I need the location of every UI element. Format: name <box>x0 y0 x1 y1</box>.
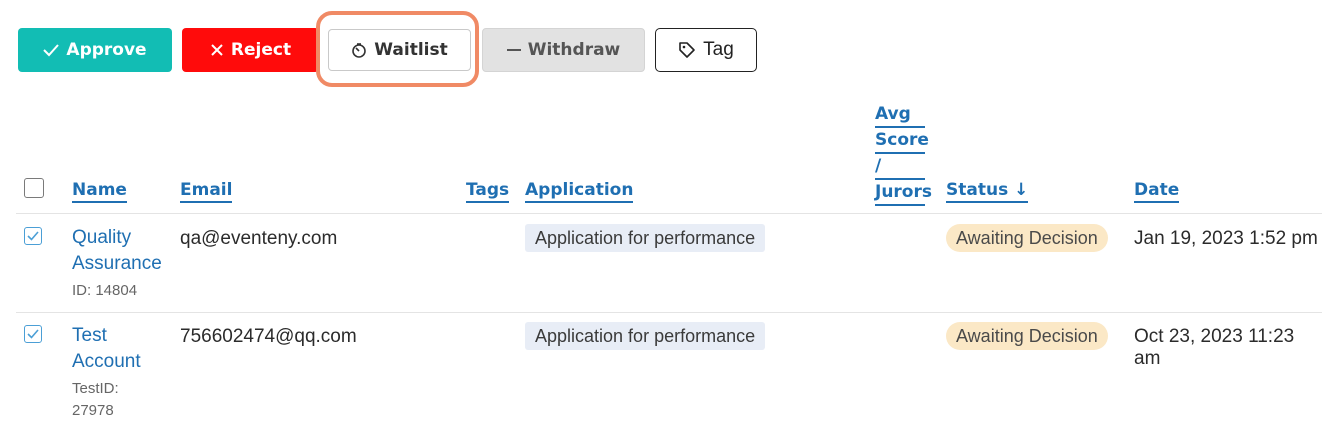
row-divider <box>16 312 1322 313</box>
check-icon <box>43 44 60 57</box>
withdraw-label: Withdraw <box>527 40 621 60</box>
application-badge: Application for performance <box>525 322 766 350</box>
column-header-application[interactable]: Application <box>525 178 634 203</box>
status-badge: Awaiting Decision <box>946 224 1108 252</box>
reject-label: Reject <box>230 40 292 60</box>
applicant-id: ID: 14804 <box>72 282 138 299</box>
applicant-name-link[interactable]: Quality Assurance <box>72 225 162 277</box>
applicant-email: 756602474@qq.com <box>180 326 357 347</box>
row-checkbox[interactable] <box>24 227 42 245</box>
application-badge: Application for performance <box>525 224 766 252</box>
status-badge: Awaiting Decision <box>946 322 1108 350</box>
waitlist-button[interactable]: Waitlist <box>328 29 471 71</box>
sort-arrow-icon: ↓ <box>1014 180 1029 200</box>
minus-icon <box>506 49 521 51</box>
row-checkbox[interactable] <box>24 325 42 343</box>
tag-icon <box>679 42 695 58</box>
column-header-status[interactable]: Status ↓ <box>946 178 1029 203</box>
applicant-email: qa@eventeny.com <box>180 228 338 249</box>
reject-button[interactable]: Reject <box>182 28 319 72</box>
column-header-email[interactable]: Email <box>180 178 233 203</box>
column-header-date[interactable]: Date <box>1134 178 1180 203</box>
column-header-name[interactable]: Name <box>72 178 127 203</box>
approve-label: Approve <box>66 40 147 60</box>
close-icon <box>211 44 223 56</box>
header-divider <box>16 213 1322 214</box>
column-header-tags[interactable]: Tags <box>466 178 510 203</box>
submission-date: Jan 19, 2023 1:52 pm <box>1134 228 1318 249</box>
column-header-avg-score-jurors[interactable]: Avg Score / Jurors <box>875 103 932 207</box>
waitlist-label: Waitlist <box>374 40 448 60</box>
submission-date: Oct 23, 2023 11:23 am <box>1134 326 1295 369</box>
timer-icon <box>352 43 367 58</box>
checkmark-icon <box>27 329 39 339</box>
applicant-name-link[interactable]: Test Account <box>72 323 141 375</box>
tag-label: Tag <box>703 39 734 60</box>
checkmark-icon <box>27 231 39 241</box>
select-all-checkbox[interactable] <box>24 178 44 198</box>
approve-button[interactable]: Approve <box>18 28 172 72</box>
applicant-id: TestID: 27978 <box>72 380 119 419</box>
withdraw-button[interactable]: Withdraw <box>482 28 645 72</box>
tag-button[interactable]: Tag <box>655 28 757 72</box>
